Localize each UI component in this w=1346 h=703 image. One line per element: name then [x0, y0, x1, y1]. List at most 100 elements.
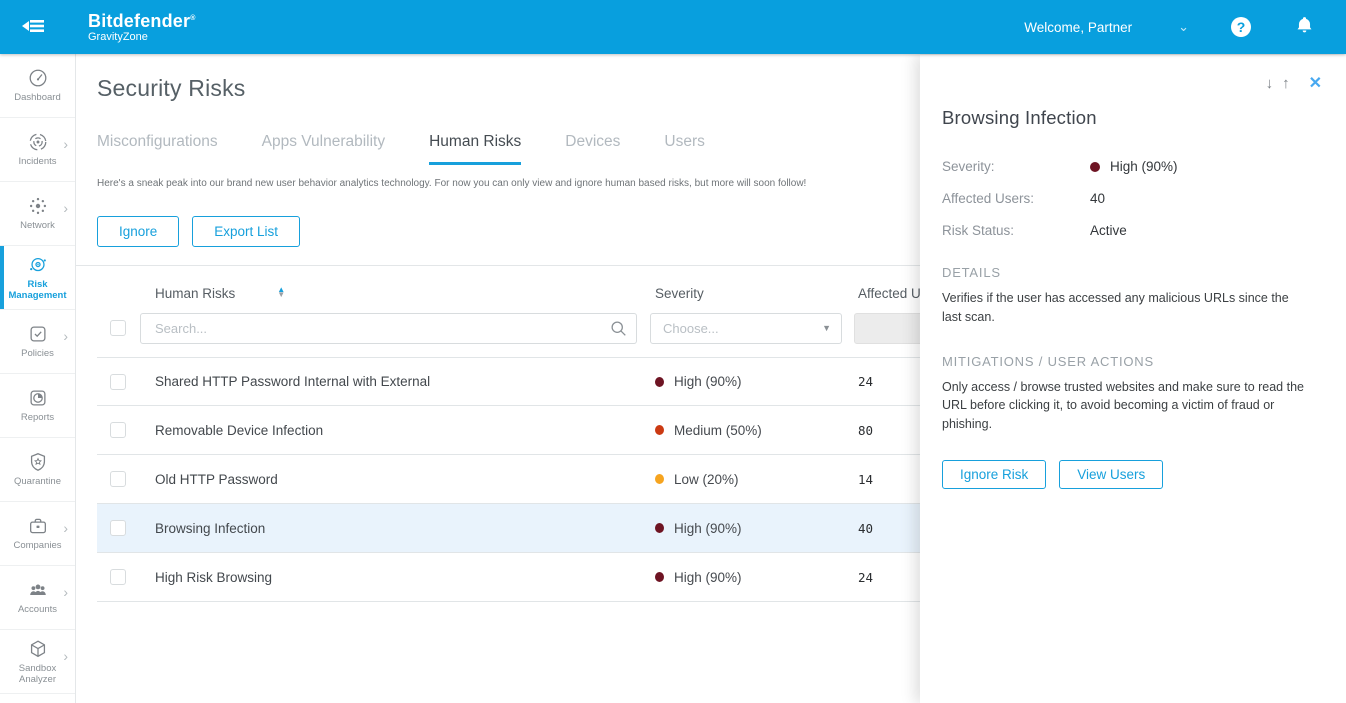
- sidebar-item-sandbox-analyzer[interactable]: Sandbox Analyzer ›: [0, 630, 75, 694]
- panel-fields: Severity: High (90%) Affected Users: 40 …: [942, 159, 1322, 238]
- arrow-down-icon[interactable]: ↓: [1266, 75, 1274, 92]
- severity-cell: Medium (50%): [650, 423, 850, 438]
- search-input[interactable]: [140, 313, 637, 344]
- sidebar-item-label: Accounts: [18, 605, 57, 616]
- severity-cell: Low (20%): [650, 472, 850, 487]
- severity-dot-icon: [655, 523, 664, 533]
- tab-human-risks[interactable]: Human Risks: [429, 133, 521, 165]
- arrow-up-icon[interactable]: ↑: [1282, 75, 1290, 92]
- severity-label: High (90%): [674, 521, 742, 536]
- tab-apps-vulnerability[interactable]: Apps Vulnerability: [262, 133, 386, 165]
- risk-name-cell: Removable Device Infection: [140, 423, 650, 438]
- dropdown-arrow-icon: ▼: [822, 323, 831, 333]
- risk-management-icon: [27, 254, 49, 276]
- severity-dot-icon: [655, 474, 664, 484]
- notifications-button[interactable]: [1295, 15, 1314, 40]
- mitigations-heading: MITIGATIONS / USER ACTIONS: [942, 354, 1322, 369]
- chevron-down-icon: ⌄: [1178, 19, 1189, 35]
- row-checkbox[interactable]: [110, 422, 126, 438]
- dashboard-icon: [27, 67, 49, 89]
- chevron-right-icon: ›: [63, 136, 68, 152]
- sidebar-item-label: Companies: [13, 541, 61, 552]
- brand-name: Bitdefender®: [88, 12, 196, 30]
- close-icon[interactable]: ✕: [1309, 73, 1322, 93]
- sort-icon[interactable]: ▲ ▼: [277, 288, 285, 298]
- sidebar-item-quarantine[interactable]: Quarantine: [0, 438, 75, 502]
- chevron-right-icon: ›: [63, 520, 68, 536]
- sort-descending-icon: ▼: [277, 293, 285, 298]
- field-value: 40: [1090, 191, 1105, 206]
- view-users-button[interactable]: View Users: [1059, 460, 1163, 489]
- sidebar-item-label: Dashboard: [14, 93, 60, 104]
- panel-actions: Ignore Risk View Users: [942, 460, 1322, 489]
- tab-users[interactable]: Users: [664, 133, 704, 165]
- tab-misconfigurations[interactable]: Misconfigurations: [97, 133, 218, 165]
- sidebar-item-label: Reports: [21, 413, 54, 424]
- affected-users-field: Affected Users: 40: [942, 191, 1322, 206]
- sidebar-item-incidents[interactable]: Incidents ›: [0, 118, 75, 182]
- sidebar-item-accounts[interactable]: Accounts ›: [0, 566, 75, 630]
- user-menu[interactable]: Welcome, Partner ⌄: [1024, 19, 1189, 35]
- sidebar-item-label: Sandbox Analyzer: [3, 664, 73, 686]
- row-checkbox[interactable]: [110, 471, 126, 487]
- sidebar-item-label: Network: [20, 221, 55, 232]
- severity-field: Severity: High (90%): [942, 159, 1322, 174]
- tab-devices[interactable]: Devices: [565, 133, 620, 165]
- human-risks-column-header[interactable]: Human Risks ▲ ▼: [140, 286, 650, 301]
- network-icon: [27, 195, 49, 217]
- sidebar-item-companies[interactable]: Companies ›: [0, 502, 75, 566]
- ignore-button[interactable]: Ignore: [97, 216, 179, 247]
- chevron-right-icon: ›: [63, 584, 68, 600]
- sidebar-item-dashboard[interactable]: Dashboard: [0, 54, 75, 118]
- risk-name-cell: Old HTTP Password: [140, 472, 650, 487]
- select-all-checkbox[interactable]: [110, 320, 126, 336]
- panel-controls: ↓ ↑ ✕: [942, 73, 1322, 93]
- help-button[interactable]: ?: [1231, 17, 1251, 37]
- chevron-right-icon: ›: [63, 648, 68, 664]
- sidebar: Dashboard Incidents › Network › Risk Man…: [0, 54, 76, 703]
- registered-mark: ®: [190, 15, 195, 22]
- severity-dot-icon: [655, 425, 664, 435]
- severity-dot-icon: [655, 572, 664, 582]
- row-checkbox[interactable]: [110, 569, 126, 585]
- bell-icon: [1295, 15, 1314, 40]
- export-list-button[interactable]: Export List: [192, 216, 300, 247]
- row-checkbox[interactable]: [110, 520, 126, 536]
- field-label: Risk Status:: [942, 223, 1090, 238]
- risk-details-panel: ↓ ↑ ✕ Browsing Infection Severity: High …: [920, 55, 1346, 703]
- ignore-risk-button[interactable]: Ignore Risk: [942, 460, 1046, 489]
- sidebar-item-label: Risk Management: [3, 280, 73, 302]
- sidebar-item-reports[interactable]: Reports: [0, 374, 75, 438]
- accounts-users-icon: [27, 579, 49, 601]
- human-risks-column-label: Human Risks: [155, 286, 235, 301]
- severity-dot-icon: [655, 377, 664, 387]
- companies-briefcase-icon: [27, 515, 49, 537]
- risk-name-cell: High Risk Browsing: [140, 570, 650, 585]
- sidebar-item-label: Quarantine: [14, 477, 61, 488]
- severity-label: Medium (50%): [674, 423, 762, 438]
- risk-status-field: Risk Status: Active: [942, 223, 1322, 238]
- reports-icon: [27, 387, 49, 409]
- severity-cell: High (90%): [650, 374, 850, 389]
- panel-title: Browsing Infection: [942, 107, 1322, 129]
- sidebar-item-risk-management[interactable]: Risk Management: [0, 246, 75, 310]
- topbar-right: Welcome, Partner ⌄ ?: [1024, 15, 1314, 40]
- sidebar-item-label: Incidents: [18, 157, 56, 168]
- details-heading: DETAILS: [942, 265, 1322, 280]
- sidebar-item-policies[interactable]: Policies ›: [0, 310, 75, 374]
- brand-logo: Bitdefender® GravityZone: [88, 12, 196, 43]
- row-checkbox[interactable]: [110, 374, 126, 390]
- chevron-right-icon: ›: [63, 328, 68, 344]
- sandbox-analyzer-cube-icon: [27, 638, 49, 660]
- help-icon: ?: [1237, 19, 1246, 35]
- sidebar-collapse-button[interactable]: [22, 17, 46, 38]
- field-value: Active: [1090, 223, 1127, 238]
- search-box: [140, 313, 637, 344]
- quarantine-shield-icon: [27, 451, 49, 473]
- severity-dot-icon: [1090, 162, 1100, 172]
- severity-filter-select[interactable]: Choose... ▼: [650, 313, 842, 344]
- severity-label: Low (20%): [674, 472, 739, 487]
- sidebar-item-network[interactable]: Network ›: [0, 182, 75, 246]
- field-label: Severity:: [942, 159, 1090, 174]
- severity-label: High (90%): [674, 374, 742, 389]
